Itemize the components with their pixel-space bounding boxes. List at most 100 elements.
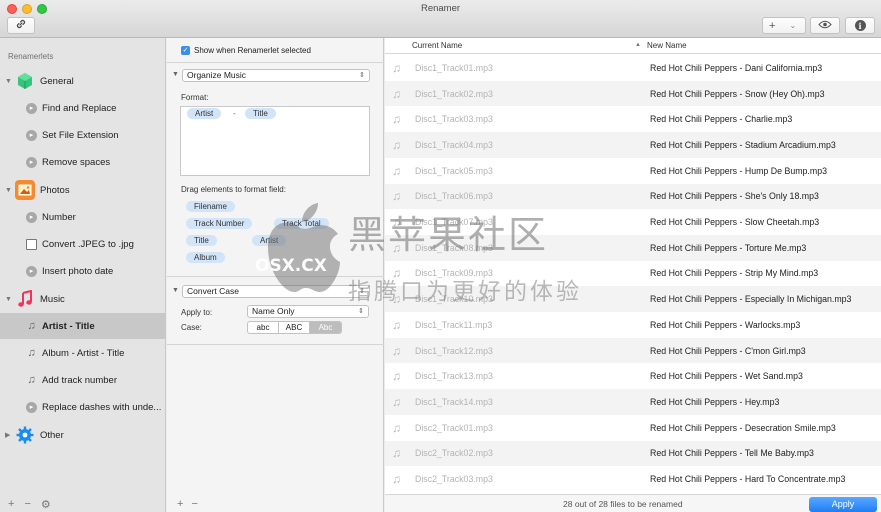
preview-button[interactable]	[810, 17, 840, 34]
new-name-cell: Red Hot Chili Peppers - Wet Sand.mp3	[650, 371, 803, 382]
popup-value: Convert Case	[187, 286, 239, 296]
sidebar-item-find-and-replace[interactable]: ▸ Find and Replace	[0, 95, 166, 121]
sidebar-item-label: Number	[42, 211, 76, 223]
show-when-selected-checkbox[interactable]: ✓ Show when Renamerlet selected	[181, 46, 311, 55]
table-row[interactable]: ♫ Disc1_Track11.mp3 Red Hot Chili Peppers …	[385, 312, 881, 338]
new-name-cell: Red Hot Chili Peppers - Hard To Concentr…	[650, 474, 846, 485]
music-file-icon: ♫	[392, 394, 401, 409]
table-row[interactable]: ♫ Disc1_Track13.mp3 Red Hot Chili Peppers …	[385, 363, 881, 389]
renamerlet-icon: ▸	[26, 156, 37, 168]
sidebar-item-number[interactable]: ▸ Number	[0, 204, 166, 230]
sidebar-item-artist-title[interactable]: ♫ Artist - Title	[0, 313, 166, 339]
add-files-button[interactable]: + ⌄	[762, 17, 806, 34]
link-button[interactable]	[7, 17, 35, 34]
table-row[interactable]: ♫ Disc2_Track01.mp3 Red Hot Chili Peppers …	[385, 415, 881, 441]
element-filename[interactable]: Filename	[186, 201, 235, 212]
popup-value: Organize Music	[187, 70, 247, 80]
convert-case-popup[interactable]: Convert Case ⇕	[182, 285, 370, 298]
sidebar-item-add-track-number[interactable]: ♫ Add track number	[0, 367, 166, 393]
table-row[interactable]: ♫ Disc1_Track02.mp3 Red Hot Chili Peppers …	[385, 80, 881, 107]
music-file-icon: ♫	[392, 60, 401, 75]
sidebar-item-set-file-extension[interactable]: ▸ Set File Extension	[0, 122, 166, 148]
element-album[interactable]: Album	[186, 252, 225, 263]
format-field[interactable]: Artist - Title	[180, 106, 370, 176]
renamerlet-editor: ✓ Show when Renamerlet selected ▼ Organi…	[167, 38, 384, 512]
remove-renamerlet-button[interactable]: −	[24, 498, 30, 511]
sidebar-item-insert-photo-date[interactable]: ▸ Insert photo date	[0, 258, 166, 284]
category-music[interactable]: ▼ Music	[0, 286, 166, 312]
apply-button[interactable]: Apply	[809, 497, 877, 512]
new-name-cell: Red Hot Chili Peppers - Slow Cheetah.mp3	[650, 217, 820, 228]
table-row[interactable]: ♫ Disc1_Track01.mp3 Red Hot Chili Peppers …	[385, 55, 881, 81]
table-row[interactable]: ♫ Disc1_Track03.mp3 Red Hot Chili Peppers …	[385, 106, 881, 132]
disclosure-expanded-icon[interactable]: ▼	[5, 296, 12, 303]
sidebar-item-label: Find and Replace	[42, 102, 117, 114]
sort-ascending-icon[interactable]: ▲	[635, 42, 641, 48]
table-row[interactable]: ♫ Disc1_Track10.mp3 Red Hot Chili Peppers …	[385, 286, 881, 312]
action-gear-button[interactable]: ⚙	[41, 498, 51, 511]
disclosure-expanded-icon[interactable]: ▼	[172, 71, 179, 78]
element-track-total[interactable]: Track Total	[274, 218, 329, 229]
sidebar-item-convert-jpeg[interactable]: Convert .JPEG to .jpg	[0, 231, 166, 257]
renamerlet-icon: ▸	[26, 211, 37, 223]
format-token-artist[interactable]: Artist	[187, 108, 222, 119]
image-icon	[26, 238, 37, 250]
add-renamerlet-button[interactable]: +	[8, 498, 14, 511]
category-other[interactable]: ▶ Other	[0, 422, 166, 448]
category-label: Music	[40, 293, 65, 305]
case-option-lower[interactable]: abc	[248, 322, 279, 333]
renamer-type-popup[interactable]: Organize Music ⇕	[182, 69, 370, 82]
music-file-icon: ♫	[392, 240, 401, 255]
disclosure-expanded-icon[interactable]: ▼	[5, 187, 12, 194]
table-row[interactable]: ♫ Disc1_Track12.mp3 Red Hot Chili Peppers …	[385, 337, 881, 364]
format-label: Format:	[181, 93, 209, 102]
sidebar-item-album-artist-title[interactable]: ♫ Album - Artist - Title	[0, 340, 166, 366]
element-track-number[interactable]: Track Number	[186, 218, 253, 229]
new-name-cell: Red Hot Chili Peppers - Dani California.…	[650, 62, 823, 73]
case-option-capitalized[interactable]: Abc	[310, 322, 341, 333]
table-row[interactable]: ♫ Disc1_Track05.mp3 Red Hot Chili Peppers …	[385, 158, 881, 184]
sidebar-header: Renamerlets	[8, 52, 54, 61]
table-row[interactable]: ♫ Disc1_Track09.mp3 Red Hot Chili Peppers …	[385, 261, 881, 287]
element-artist[interactable]: Artist	[252, 235, 287, 246]
add-step-button[interactable]: +	[177, 498, 183, 510]
table-row[interactable]: ♫ Disc1_Track04.mp3 Red Hot Chili Peppers …	[385, 132, 881, 158]
table-row[interactable]: ♫ Disc1_Track14.mp3 Red Hot Chili Peppers …	[385, 389, 881, 415]
checkbox-label: Show when Renamerlet selected	[194, 46, 311, 55]
column-new-name[interactable]: New Name	[647, 41, 687, 50]
category-general[interactable]: ▼ General	[0, 68, 166, 94]
current-name-cell: Disc1_Track11.mp3	[415, 319, 493, 330]
format-token-title[interactable]: Title	[245, 108, 276, 119]
table-row[interactable]: ♫ Disc1_Track07.mp3 Red Hot Chili Peppers …	[385, 209, 881, 235]
music-file-icon: ♫	[392, 446, 401, 461]
category-photos[interactable]: ▼ Photos	[0, 177, 166, 203]
new-name-cell: Red Hot Chili Peppers - Torture Me.mp3	[650, 242, 807, 253]
sidebar-item-label: Remove spaces	[42, 156, 111, 168]
music-file-icon: ♫	[392, 266, 401, 281]
remove-step-button[interactable]: −	[191, 498, 197, 510]
info-button[interactable]: i	[845, 17, 875, 34]
case-label: Case:	[181, 323, 202, 332]
current-name-cell: Disc1_Track05.mp3	[415, 165, 493, 176]
apply-to-label: Apply to:	[181, 308, 213, 317]
disclosure-collapsed-icon[interactable]: ▶	[5, 431, 10, 439]
divider	[167, 276, 384, 277]
popup-arrows-icon: ⇕	[358, 308, 364, 315]
sidebar-item-replace-dashes[interactable]: ▸ Replace dashes with unde...	[0, 394, 166, 420]
table-row[interactable]: ♫ Disc1_Track08.mp3 Red Hot Chili Peppers …	[385, 234, 881, 261]
disclosure-expanded-icon[interactable]: ▼	[5, 78, 12, 85]
cube-icon	[15, 71, 35, 91]
column-current-name[interactable]: Current Name	[412, 41, 462, 50]
sidebar-item-remove-spaces[interactable]: ▸ Remove spaces	[0, 149, 166, 175]
table-row[interactable]: ♫ Disc2_Track03.mp3 Red Hot Chili Peppers …	[385, 466, 881, 492]
case-option-upper[interactable]: ABC	[279, 322, 310, 333]
photos-icon	[15, 180, 35, 200]
table-header: Current Name ▲ New Name	[385, 38, 881, 54]
current-name-cell: Disc1_Track02.mp3	[415, 88, 493, 99]
table-row[interactable]: ♫ Disc1_Track06.mp3 Red Hot Chili Peppers …	[385, 183, 881, 210]
element-title[interactable]: Title	[186, 235, 217, 246]
category-label: Photos	[40, 184, 70, 196]
disclosure-expanded-icon[interactable]: ▼	[172, 287, 179, 294]
table-row[interactable]: ♫ Disc2_Track02.mp3 Red Hot Chili Peppers …	[385, 440, 881, 467]
apply-to-popup[interactable]: Name Only ⇕	[247, 305, 369, 318]
